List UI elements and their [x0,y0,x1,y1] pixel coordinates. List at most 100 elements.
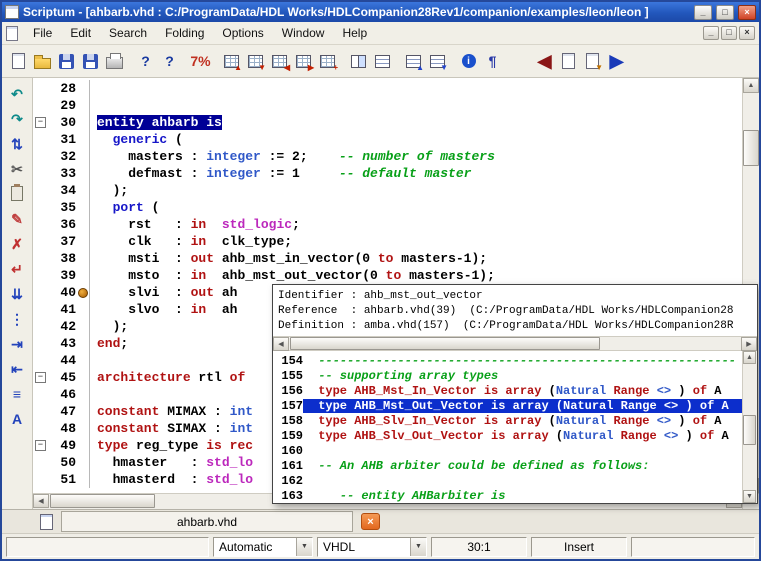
popup-lines[interactable]: 154 ------------------------------------… [273,351,742,503]
menu-search[interactable]: Search [100,23,156,43]
line-number: 37 [48,234,76,249]
replace-percent-icon[interactable]: 7% [189,50,212,73]
outdent-icon[interactable]: ⇤ [5,356,29,381]
popup-vscroll-thumb[interactable] [743,415,756,445]
split-columns-icon[interactable] [347,50,370,73]
menu-options[interactable]: Options [213,23,272,43]
menu-folding[interactable]: Folding [156,23,213,43]
code-line-39[interactable]: 39 msto : in ahb_mst_out_vector(0 to mas… [33,267,742,284]
menu-help[interactable]: Help [333,23,376,43]
undo-icon[interactable]: ↶ [5,81,29,106]
save-icon[interactable] [55,50,78,73]
code-line-29[interactable]: 29 [33,97,742,114]
goto-line-icon[interactable]: ↵ [5,256,29,281]
code-line-162[interactable]: 162 [273,473,742,488]
code-line-38[interactable]: 38 msti : out ahb_mst_in_vector(0 to mas… [33,250,742,267]
indent-icon[interactable]: ⇥ [5,331,29,356]
titlebar[interactable]: Scriptum - [ahbarb.vhd : C:/ProgramData/… [2,2,759,22]
mdi-restore-button[interactable]: □ [721,26,737,40]
fold-collapse-icon[interactable]: − [35,440,46,451]
code-line-28[interactable]: 28 [33,80,742,97]
goto-prev-mark-icon[interactable]: ▲ [402,50,425,73]
info-icon[interactable] [457,50,480,73]
fold-collapse-icon[interactable]: − [35,117,46,128]
popup-vscrollbar[interactable] [742,351,757,503]
popup-scroll-right-icon[interactable] [741,337,757,351]
context-help-icon[interactable]: ? [158,50,181,73]
new-file-icon[interactable] [7,50,30,73]
highlight-mode-combo[interactable]: Automatic [213,537,313,557]
menu-window[interactable]: Window [273,23,334,43]
code-line-156[interactable]: 156 type AHB_Mst_In_Vector is array (Nat… [273,383,742,398]
column-mode-icon[interactable]: ⋮ [5,306,29,331]
code-line-37[interactable]: 37 clk : in clk_type; [33,233,742,250]
language-combo[interactable]: VHDL [317,537,427,557]
scroll-down-icon[interactable]: ⇊ [5,281,29,306]
code-line-31[interactable]: 31 generic ( [33,131,742,148]
close-button[interactable]: × [738,5,756,20]
line-number: 43 [48,336,76,351]
format-icon[interactable]: A [5,406,29,431]
swap-lines-icon[interactable]: ⇅ [5,131,29,156]
maximize-button[interactable]: □ [716,5,734,20]
minimize-button[interactable]: _ [694,5,712,20]
code-line-157[interactable]: 157 type AHB_Mst_Out_Vector is array (Na… [273,398,742,413]
redo-icon[interactable]: ↷ [5,106,29,131]
nav-forward-icon[interactable]: ▶ [605,50,628,73]
code-line-155[interactable]: 155 -- supporting array types [273,368,742,383]
table-insert-left-icon[interactable]: ◀ [268,50,291,73]
print-icon[interactable] [103,50,126,73]
table-insert-up-icon[interactable]: ▲ [220,50,243,73]
nav-back-icon[interactable]: ◀ [533,50,556,73]
scroll-up-icon[interactable] [743,78,759,93]
combo-arrow-icon[interactable] [410,538,426,556]
fold-collapse-icon[interactable]: − [35,372,46,383]
cut-icon[interactable]: ✂ [5,156,29,181]
code-line-154[interactable]: 154 ------------------------------------… [273,353,742,368]
code-line-35[interactable]: 35 port ( [33,199,742,216]
mdi-close-button[interactable]: × [739,26,755,40]
edit-icon[interactable]: ✎ [5,206,29,231]
align-icon[interactable]: ≡ [5,381,29,406]
mdi-minimize-button[interactable]: _ [703,26,719,40]
popup-scroll-down-icon[interactable] [743,490,756,503]
code-line-158[interactable]: 158 type AHB_Slv_In_Vector is array (Nat… [273,413,742,428]
table-insert-down-icon[interactable]: ▼ [244,50,267,73]
open-folder-icon[interactable] [31,50,54,73]
popup-hscroll-thumb[interactable] [290,337,600,350]
popup-header: Identifier : ahb_mst_out_vectorReference… [273,285,757,336]
code-line-32[interactable]: 32 masters : integer := 2; -- number of … [33,148,742,165]
menu-file[interactable]: File [24,23,61,43]
document-icon[interactable] [557,50,580,73]
code-line-160[interactable]: 160 [273,443,742,458]
code-line-30[interactable]: −30entity ahbarb is [33,114,742,131]
goto-next-mark-icon[interactable]: ▼ [426,50,449,73]
pilcrow-icon[interactable]: ¶ [481,50,504,73]
paste-icon[interactable] [5,181,29,206]
save-all-icon[interactable] [79,50,102,73]
code-line-34[interactable]: 34 ); [33,182,742,199]
close-tab-button[interactable]: × [361,513,380,530]
code-line-159[interactable]: 159 type AHB_Slv_Out_Vector is array (Na… [273,428,742,443]
popup-scroll-left-icon[interactable] [273,337,289,351]
split-rows-icon[interactable] [371,50,394,73]
hscroll-thumb[interactable] [50,494,155,508]
tabbar: ahbarb.vhd × [2,509,759,533]
page-down-icon[interactable]: ▼ [581,50,604,73]
delete-icon[interactable]: ✗ [5,231,29,256]
popup-hscrollbar[interactable] [273,336,757,351]
combo-arrow-icon[interactable] [296,538,312,556]
code-line-36[interactable]: 36 rst : in std_logic; [33,216,742,233]
help-icon[interactable]: ? [134,50,157,73]
code-line-33[interactable]: 33 defmast : integer := 1 -- default mas… [33,165,742,182]
document-system-icon[interactable] [6,26,18,41]
popup-scroll-up-icon[interactable] [743,351,756,364]
code-line-163[interactable]: 163 -- entity AHBarbiter is [273,488,742,503]
menu-edit[interactable]: Edit [61,23,100,43]
table-insert-right-icon[interactable]: ▶ [292,50,315,73]
code-line-161[interactable]: 161 -- An AHB arbiter could be defined a… [273,458,742,473]
tab-ahbarb-vhd[interactable]: ahbarb.vhd [61,511,353,532]
scroll-left-icon[interactable] [33,494,49,508]
vscroll-thumb[interactable] [743,130,759,166]
table-copy-icon[interactable]: + [316,50,339,73]
